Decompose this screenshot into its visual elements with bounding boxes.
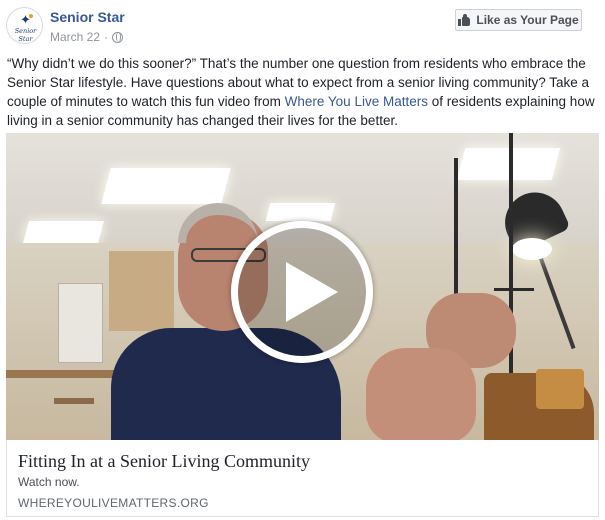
post-date[interactable]: March 22 [50, 30, 100, 44]
logo-dot [29, 14, 33, 18]
link-preview-title: Fitting In at a Senior Living Community [18, 451, 310, 471]
page-avatar[interactable]: ✦ Senior Star [6, 7, 43, 44]
page-name-link[interactable]: Senior Star [50, 9, 125, 25]
video-player[interactable] [6, 133, 599, 440]
like-button-label: Like as Your Page [476, 13, 579, 27]
play-button[interactable] [231, 221, 373, 363]
play-icon [286, 262, 338, 322]
facebook-post: ✦ Senior Star Senior Star March 22 · Lik… [0, 0, 605, 520]
like-as-page-button[interactable]: Like as Your Page [455, 9, 582, 31]
logo-text: Senior Star [14, 27, 37, 43]
meta-separator: · [104, 30, 109, 44]
where-you-live-matters-link[interactable]: Where You Live Matters [285, 94, 428, 109]
link-preview-description: Watch now. [18, 475, 80, 489]
link-preview[interactable]: Fitting In at a Senior Living Community … [6, 440, 599, 517]
post-text: “Why didn’t we do this sooner?” That’s t… [7, 54, 599, 130]
link-preview-domain: WHEREYOULIVEMATTERS.ORG [18, 496, 209, 510]
thumbs-up-icon [458, 14, 471, 26]
globe-icon[interactable] [112, 31, 124, 43]
post-meta: March 22 · [50, 30, 124, 44]
